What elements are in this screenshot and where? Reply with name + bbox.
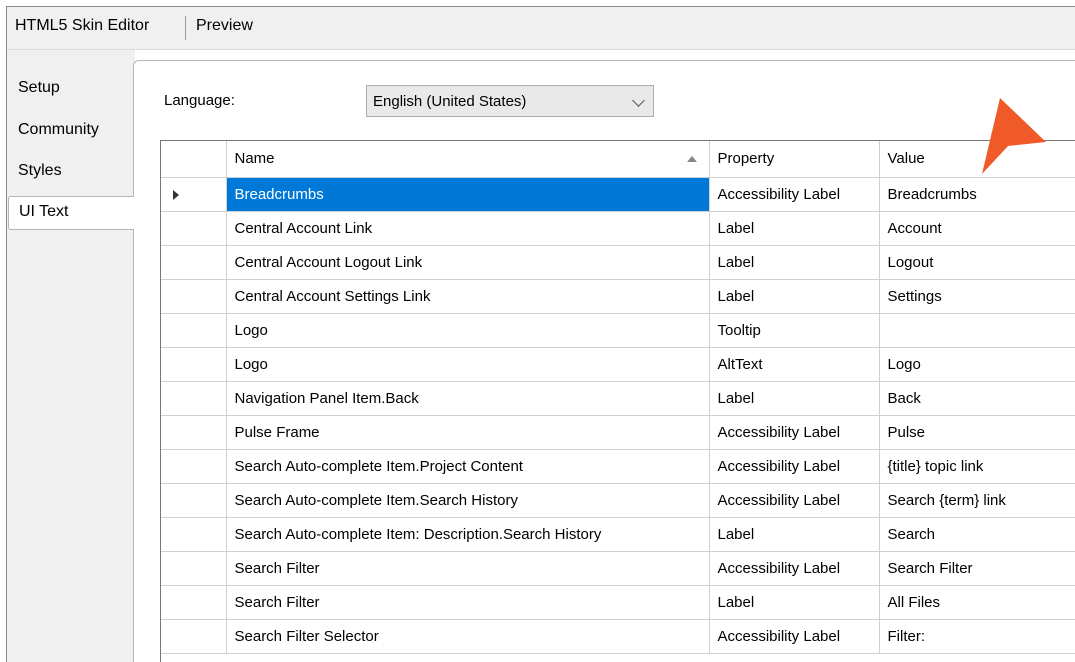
cell-property[interactable]: Accessibility Label [709,551,880,586]
cell-name[interactable]: Search Filter Selector [226,619,710,654]
ui-text-table: Name Property Value Breadcrumbs Accessibi… [161,141,1075,654]
cell-property[interactable]: Tooltip [709,313,880,348]
cell-value[interactable]: Search Filter [879,551,1075,586]
cell-property[interactable]: Accessibility Label [709,449,880,484]
side-tab-bar [7,50,135,662]
cell-value[interactable] [879,313,1075,348]
chevron-down-icon [632,94,645,107]
sort-ascending-icon [686,156,697,163]
top-tab-bar: HTML5 Skin Editor Preview [7,7,1075,50]
cell-name[interactable]: Search Filter [226,585,710,620]
row-selector[interactable] [161,483,227,518]
table-row[interactable]: Central Account Logout Link Label Logout [161,245,1075,280]
cell-property[interactable]: Label [709,211,880,246]
cell-value[interactable]: Logout [879,245,1075,280]
row-selector[interactable] [161,279,227,314]
cell-property[interactable]: Label [709,279,880,314]
cell-value[interactable]: Filter: [879,619,1075,654]
cell-name[interactable]: Logo [226,347,710,382]
row-selector[interactable] [161,211,227,246]
tab-separator [185,16,186,40]
cell-value[interactable]: Search [879,517,1075,552]
row-selector[interactable] [161,381,227,416]
cell-value[interactable]: All Files [879,585,1075,620]
table-row[interactable]: Search Filter Label All Files [161,585,1075,620]
tab-preview[interactable]: Preview [196,17,253,35]
cell-value[interactable]: Logo [879,347,1075,382]
cell-property[interactable]: Accessibility Label [709,483,880,518]
cell-value[interactable]: Breadcrumbs [879,177,1075,212]
side-tab-ui-text[interactable]: UI Text [8,196,134,230]
row-selector[interactable] [161,347,227,382]
ui-text-grid: Name Property Value Breadcrumbs Accessibi… [160,140,1075,662]
cell-value[interactable]: Back [879,381,1075,416]
cell-value[interactable]: Pulse [879,415,1075,450]
cell-property[interactable]: Accessibility Label [709,415,880,450]
header-name[interactable]: Name [226,141,710,178]
table-row[interactable]: Logo AltText Logo [161,347,1075,382]
cell-name[interactable]: Search Auto-complete Item.Project Conten… [226,449,710,484]
table-row[interactable]: Central Account Link Label Account [161,211,1075,246]
cell-name[interactable]: Navigation Panel Item.Back [226,381,710,416]
row-selector[interactable] [161,313,227,348]
cell-value[interactable]: Account [879,211,1075,246]
cell-property[interactable]: Label [709,517,880,552]
cell-property[interactable]: Label [709,245,880,280]
tab-html5-skin-editor[interactable]: HTML5 Skin Editor [15,17,149,35]
cell-name[interactable]: Search Filter [226,551,710,586]
language-select[interactable]: English (United States) [366,85,654,117]
cell-value[interactable]: {title} topic link [879,449,1075,484]
cell-name[interactable]: Central Account Settings Link [226,279,710,314]
cell-value[interactable]: Search {term} link [879,483,1075,518]
row-selector[interactable] [161,449,227,484]
cell-name[interactable]: Pulse Frame [226,415,710,450]
side-tab-community[interactable]: Community [18,121,99,139]
cell-property[interactable]: Accessibility Label [709,619,880,654]
table-row[interactable]: Breadcrumbs Accessibility Label Breadcrumb… [161,177,1075,212]
cell-name[interactable]: Search Auto-complete Item.Search History [226,483,710,518]
cell-name[interactable]: Central Account Link [226,211,710,246]
table-header-row: Name Property Value [161,141,1075,178]
side-tab-styles[interactable]: Styles [18,162,62,180]
header-row-selector[interactable] [161,141,227,178]
row-selector[interactable] [161,551,227,586]
header-name-label: Name [234,150,275,168]
table-row[interactable]: Search Auto-complete Item.Project Conten… [161,449,1075,484]
table-row[interactable]: Logo Tooltip [161,313,1075,348]
row-selector[interactable] [161,619,227,654]
cell-property[interactable]: Accessibility Label [709,177,880,212]
cell-name[interactable]: Search Auto-complete Item: Description.S… [226,517,710,552]
row-selector[interactable] [161,517,227,552]
current-row-icon [173,189,179,200]
language-selected-value: English (United States) [373,93,527,110]
row-selector[interactable] [161,177,227,212]
cell-name[interactable]: Breadcrumbs [226,177,710,212]
table-row[interactable]: Navigation Panel Item.Back Label Back [161,381,1075,416]
table-row[interactable]: Search Filter Accessibility Label Search F… [161,551,1075,586]
cell-value[interactable]: Settings [879,279,1075,314]
table-row[interactable]: Search Auto-complete Item: Description.S… [161,517,1075,552]
cell-property[interactable]: Label [709,585,880,620]
row-selector[interactable] [161,585,227,620]
cell-name[interactable]: Central Account Logout Link [226,245,710,280]
table-row[interactable]: Central Account Settings Link Label Settin… [161,279,1075,314]
language-label: Language: [164,92,235,109]
cell-property[interactable]: Label [709,381,880,416]
table-row[interactable]: Search Auto-complete Item.Search History… [161,483,1075,518]
table-body: Breadcrumbs Accessibility Label Breadcrumb… [161,177,1075,654]
pointer-arrow-icon [982,98,1046,174]
row-selector[interactable] [161,415,227,450]
row-selector[interactable] [161,245,227,280]
table-row[interactable]: Pulse Frame Accessibility Label Pulse [161,415,1075,450]
header-property[interactable]: Property [709,141,880,178]
table-row[interactable]: Search Filter Selector Accessibility Labe… [161,619,1075,654]
cell-property[interactable]: AltText [709,347,880,382]
side-tab-setup[interactable]: Setup [18,79,60,97]
editor-window: HTML5 Skin Editor Preview Setup Communit… [0,0,1075,662]
cell-name[interactable]: Logo [226,313,710,348]
